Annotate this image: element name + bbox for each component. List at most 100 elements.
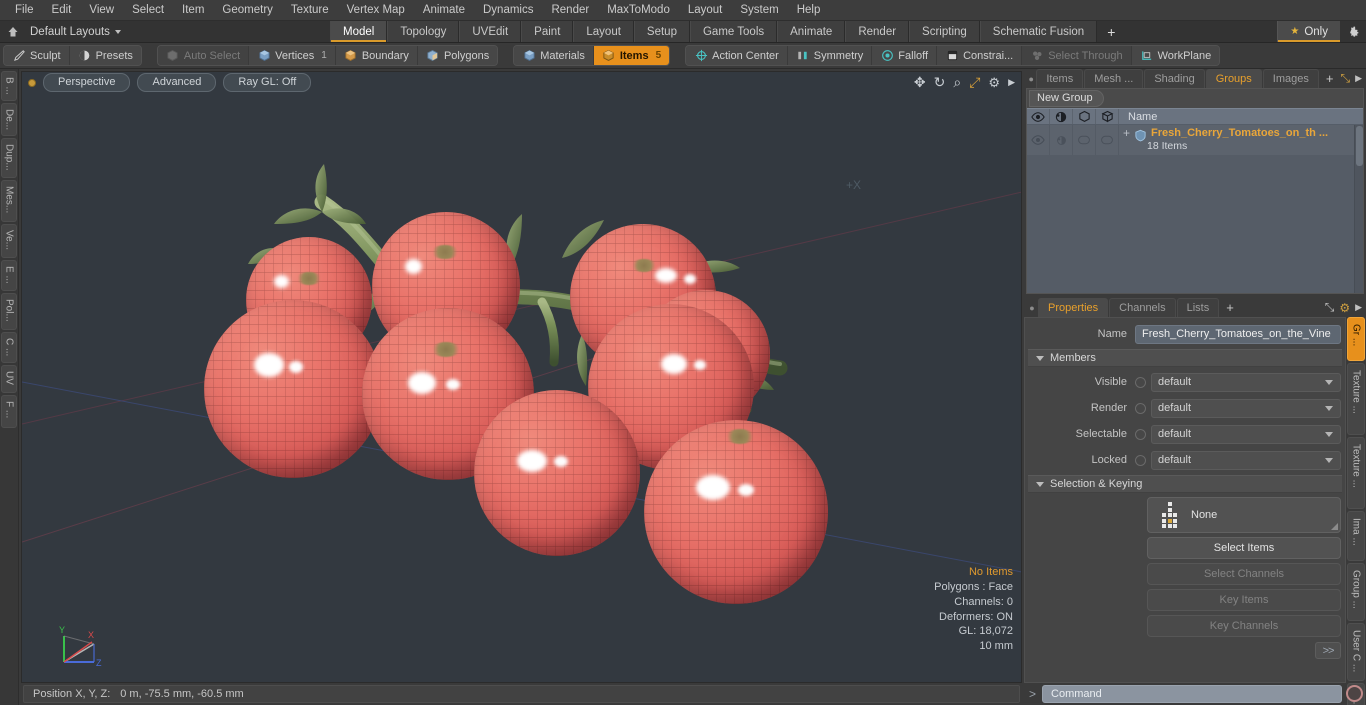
visible-eye-icon[interactable] bbox=[1027, 109, 1050, 124]
menu-item-select[interactable]: Select bbox=[123, 1, 173, 20]
panel-add-tab-button[interactable]: + bbox=[1320, 69, 1340, 88]
properties-add-tab-button[interactable]: + bbox=[1220, 298, 1240, 317]
pan-icon[interactable]: ✥ bbox=[914, 74, 926, 91]
left-tab-vertex[interactable]: Ve... bbox=[1, 224, 17, 258]
menu-item-texture[interactable]: Texture bbox=[282, 1, 338, 20]
locked-dropdown[interactable]: default bbox=[1151, 450, 1341, 470]
tab-channels[interactable]: Channels bbox=[1109, 298, 1176, 317]
command-input[interactable]: Command bbox=[1042, 684, 1342, 703]
render-dropdown[interactable]: default bbox=[1151, 398, 1341, 418]
panel-tab-images[interactable]: Images bbox=[1262, 69, 1319, 88]
menu-item-geometry[interactable]: Geometry bbox=[213, 1, 282, 20]
right-tab-texture-2[interactable]: Texture ... bbox=[1347, 437, 1365, 509]
menu-item-file[interactable]: File bbox=[6, 1, 43, 20]
home-icon[interactable] bbox=[4, 23, 22, 41]
section-members[interactable]: Members bbox=[1028, 349, 1342, 367]
menu-item-render[interactable]: Render bbox=[542, 1, 598, 20]
groups-scrollbar[interactable] bbox=[1354, 125, 1363, 293]
menu-item-layout[interactable]: Layout bbox=[679, 1, 732, 20]
left-tab-edge[interactable]: E ... bbox=[1, 260, 17, 291]
vertices-button[interactable]: Vertices 1 bbox=[249, 46, 336, 65]
tab-layout[interactable]: Layout bbox=[573, 21, 634, 42]
locked-radio[interactable] bbox=[1135, 454, 1146, 466]
tab-game-tools[interactable]: Game Tools bbox=[689, 21, 778, 42]
viewport-settings-gear-icon[interactable]: ⚙ bbox=[988, 75, 1000, 91]
panel-menu-dot-icon[interactable]: ● bbox=[1026, 69, 1036, 88]
select-through-button[interactable]: Select Through bbox=[1022, 46, 1132, 65]
menu-item-help[interactable]: Help bbox=[788, 1, 830, 20]
menu-item-edit[interactable]: Edit bbox=[43, 1, 81, 20]
falloff-button[interactable]: Falloff bbox=[872, 46, 938, 65]
axis-gizmo[interactable]: Y X Z bbox=[54, 622, 110, 670]
fit-icon[interactable]: ⤢ bbox=[969, 74, 980, 91]
tab-lists[interactable]: Lists bbox=[1176, 298, 1220, 317]
left-tab-polygon[interactable]: Pol... bbox=[1, 293, 17, 330]
workplane-button[interactable]: WorkPlane bbox=[1131, 46, 1220, 65]
panel-tab-groups[interactable]: Groups bbox=[1205, 69, 1262, 88]
panel-tab-items[interactable]: Items bbox=[1036, 69, 1084, 88]
viewport-more-icon[interactable]: ▶ bbox=[1008, 77, 1015, 88]
menu-item-maxtomodo[interactable]: MaxToModo bbox=[598, 1, 679, 20]
only-toggle-button[interactable]: ★ Only bbox=[1277, 21, 1340, 42]
viewport-shading-dropdown[interactable]: Advanced bbox=[137, 73, 217, 92]
rotate-icon[interactable]: ↻ bbox=[934, 74, 946, 91]
visible-radio[interactable] bbox=[1135, 376, 1146, 388]
tab-topology[interactable]: Topology bbox=[387, 21, 460, 42]
locked-icon[interactable] bbox=[1096, 109, 1119, 124]
keying-preset-button[interactable]: None bbox=[1147, 497, 1341, 533]
expand-icon[interactable]: ⤡ bbox=[1340, 71, 1350, 86]
expand-icon[interactable]: ⤡ bbox=[1325, 300, 1335, 315]
viewport-scene[interactable]: +X bbox=[22, 72, 1021, 682]
right-tab-group[interactable]: Group ... bbox=[1347, 563, 1365, 621]
render-radio[interactable] bbox=[1135, 402, 1146, 414]
menu-item-system[interactable]: System bbox=[731, 1, 787, 20]
panel-tab-shading[interactable]: Shading bbox=[1144, 69, 1205, 88]
gear-icon[interactable]: ⚙ bbox=[1339, 301, 1350, 315]
viewport-perspective-dropdown[interactable]: Perspective bbox=[43, 73, 131, 92]
render-icon[interactable] bbox=[1050, 109, 1073, 124]
active-dot-icon[interactable] bbox=[28, 78, 36, 87]
table-row[interactable]: + Fresh_Cherry_Tomatoes_on_th ... bbox=[1027, 125, 1363, 155]
visible-dropdown[interactable]: default bbox=[1151, 372, 1341, 392]
tab-scripting[interactable]: Scripting bbox=[909, 21, 980, 42]
more-icon[interactable]: ▶ bbox=[1355, 302, 1362, 313]
left-tab-deform[interactable]: De... bbox=[1, 103, 17, 136]
default-layouts-dropdown[interactable]: Default Layouts bbox=[22, 21, 129, 42]
action-center-button[interactable]: Action Center bbox=[686, 46, 788, 65]
right-tab-user-c[interactable]: User C ... bbox=[1347, 623, 1365, 681]
more-icon[interactable]: ▶ bbox=[1355, 73, 1362, 84]
row-render-icon[interactable] bbox=[1050, 125, 1073, 155]
select-channels-button[interactable]: Select Channels bbox=[1147, 563, 1341, 585]
viewport-raygl-dropdown[interactable]: Ray GL: Off bbox=[223, 73, 312, 92]
new-group-button[interactable]: New Group bbox=[1029, 90, 1104, 107]
menu-item-item[interactable]: Item bbox=[173, 1, 213, 20]
key-channels-button[interactable]: Key Channels bbox=[1147, 615, 1341, 637]
row-expander[interactable]: + bbox=[1123, 127, 1130, 140]
materials-button[interactable]: Materials bbox=[514, 46, 594, 65]
row-locked-toggle[interactable] bbox=[1096, 125, 1119, 155]
name-input[interactable]: Fresh_Cherry_Tomatoes_on_the_Vine bbox=[1135, 324, 1341, 344]
presets-button[interactable]: Presets bbox=[69, 46, 141, 65]
zoom-icon[interactable]: ⌕ bbox=[953, 74, 961, 91]
left-tab-basic[interactable]: B ... bbox=[1, 71, 17, 101]
menu-item-vertex-map[interactable]: Vertex Map bbox=[338, 1, 414, 20]
key-items-button[interactable]: Key Items bbox=[1147, 589, 1341, 611]
properties-menu-dot-icon[interactable]: ● bbox=[1026, 298, 1038, 317]
left-tab-mesh[interactable]: Mes... bbox=[1, 180, 17, 222]
add-tab-button[interactable]: + bbox=[1097, 21, 1125, 42]
selectable-dropdown[interactable]: default bbox=[1151, 424, 1341, 444]
tab-properties[interactable]: Properties bbox=[1038, 298, 1109, 317]
groups-tree-body[interactable]: + Fresh_Cherry_Tomatoes_on_th ... 18 Ite… bbox=[1027, 125, 1363, 293]
tab-setup[interactable]: Setup bbox=[633, 21, 690, 42]
row-visible-eye-icon[interactable] bbox=[1027, 125, 1050, 155]
menu-item-view[interactable]: View bbox=[80, 1, 123, 20]
section-selection-keying[interactable]: Selection & Keying bbox=[1028, 475, 1342, 493]
right-tab-images[interactable]: Ima ... bbox=[1347, 511, 1365, 561]
menu-item-animate[interactable]: Animate bbox=[414, 1, 474, 20]
left-tab-curve[interactable]: C ... bbox=[1, 332, 17, 363]
row-selectable-toggle[interactable] bbox=[1073, 125, 1096, 155]
tab-animate[interactable]: Animate bbox=[777, 21, 846, 42]
tab-paint[interactable]: Paint bbox=[521, 21, 574, 42]
left-tab-fusion[interactable]: F ... bbox=[1, 395, 17, 428]
select-items-button[interactable]: Select Items bbox=[1147, 537, 1341, 559]
